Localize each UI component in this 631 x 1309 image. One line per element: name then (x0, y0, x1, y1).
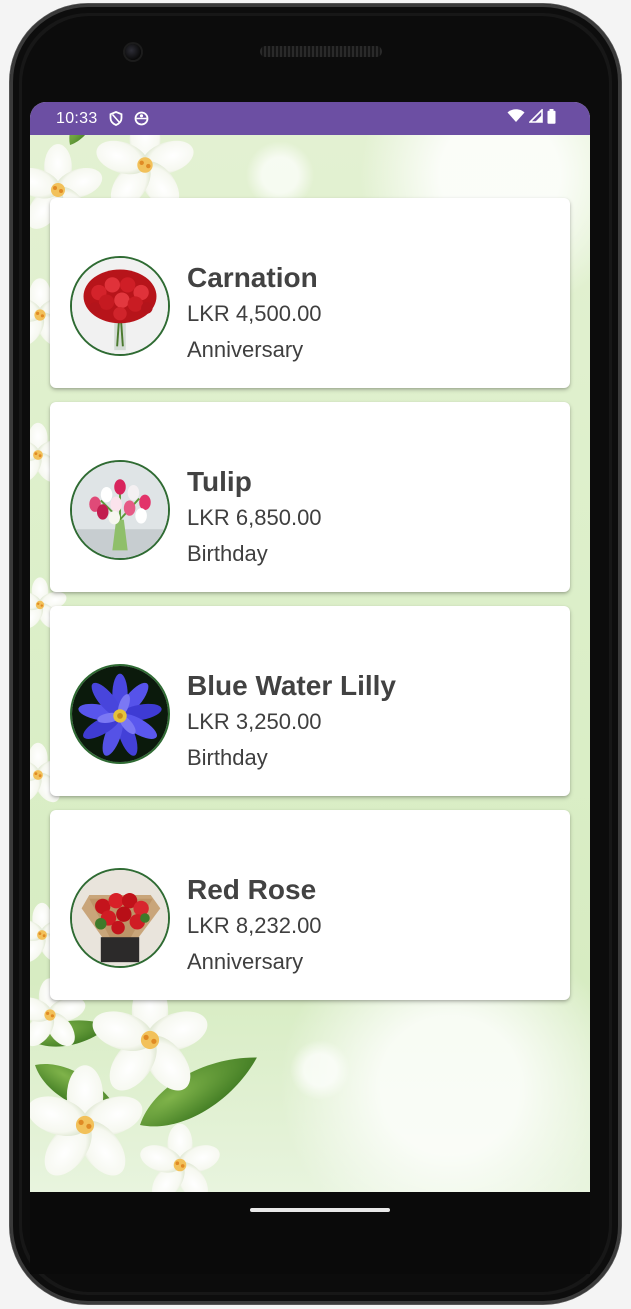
flower-details: Carnation LKR 4,500.00 Anniversary (187, 260, 322, 368)
system-navigation-bar (30, 1192, 590, 1274)
flower-name: Blue Water Lilly (187, 670, 397, 701)
flower-card[interactable]: Blue Water Lilly LKR 3,250.00 Birthday (50, 606, 570, 796)
flower-name: Red Rose (187, 874, 317, 905)
flower-price: LKR 4,500.00 (187, 301, 322, 326)
status-time: 10:33 (56, 109, 98, 127)
front-camera (125, 44, 141, 60)
vpn-shield-icon (108, 111, 124, 127)
earpiece-speaker (260, 46, 382, 57)
signal-icon (528, 108, 543, 128)
flower-card[interactable]: Carnation LKR 4,500.00 Anniversary (50, 198, 570, 388)
flower-details: Red Rose LKR 8,232.00 Anniversary (187, 872, 322, 980)
flower-occasion: Birthday (187, 541, 268, 566)
status-bar: 10:33 (30, 102, 590, 135)
flower-card[interactable]: Red Rose LKR 8,232.00 Anniversary (50, 810, 570, 1000)
flower-card[interactable]: Tulip LKR 6,850.00 Birthday (50, 402, 570, 592)
flower-thumbnail (70, 256, 170, 356)
flower-thumbnail (70, 460, 170, 560)
mixed-tulip-bouquet-image (72, 462, 168, 558)
flower-price: LKR 8,232.00 (187, 913, 322, 938)
flower-occasion: Anniversary (187, 949, 304, 974)
data-saver-icon (134, 111, 150, 127)
flower-name: Carnation (187, 262, 318, 293)
flower-price: LKR 6,850.00 (187, 505, 322, 530)
flower-price: LKR 3,250.00 (187, 709, 322, 734)
red-rose-bouquet-image (72, 870, 168, 966)
red-carnation-bouquet-image (72, 258, 168, 354)
blue-water-lily-image (72, 666, 168, 762)
flower-occasion: Anniversary (187, 337, 304, 362)
wifi-icon (507, 109, 525, 128)
status-right-icons (507, 108, 556, 129)
flower-details: Blue Water Lilly LKR 3,250.00 Birthday (187, 668, 396, 776)
flower-occasion: Birthday (187, 745, 268, 770)
flower-details: Tulip LKR 6,850.00 Birthday (187, 464, 322, 572)
flower-name: Tulip (187, 466, 252, 497)
flower-list: Carnation LKR 4,500.00 Anniversary Tulip… (50, 198, 570, 1014)
battery-icon (547, 108, 556, 129)
app-screen: 10:33 Carnation LKR 4,500.00 Anniversary… (30, 102, 590, 1192)
flower-thumbnail (70, 664, 170, 764)
home-gesture-handle[interactable] (250, 1208, 390, 1212)
flower-thumbnail (70, 868, 170, 968)
